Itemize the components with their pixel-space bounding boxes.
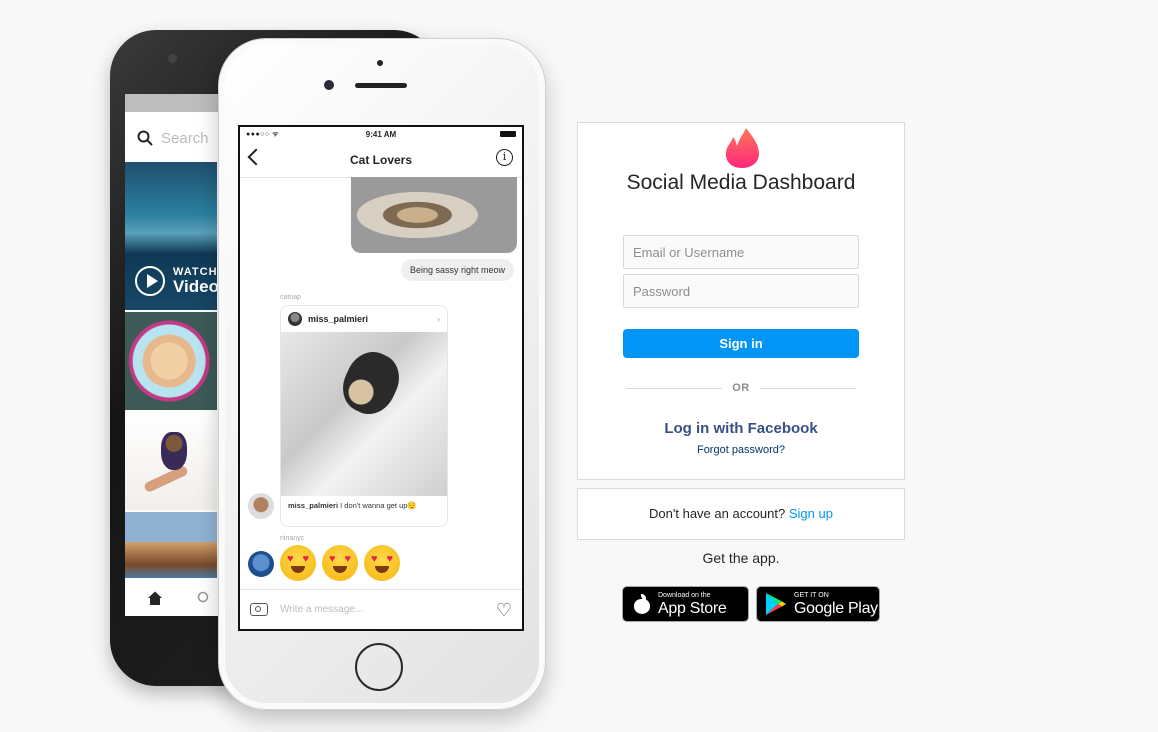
avatar (288, 312, 302, 326)
camera-icon (168, 54, 177, 63)
search-icon (197, 591, 209, 603)
app-store-small-text: Download on the (658, 591, 711, 599)
search-placeholder: Search (161, 129, 209, 147)
app-store-big-text: App Store (658, 599, 727, 617)
apple-icon (633, 594, 651, 614)
battery-icon (500, 131, 516, 137)
chevron-right-icon: › (437, 314, 440, 324)
or-label: OR (732, 382, 750, 394)
caption-username: miss_palmieri (288, 501, 339, 510)
explore-tile-selfie (125, 312, 217, 410)
watch-video-overlay: WATCH Video (135, 266, 219, 296)
front-phone-mockup: ●●●○○ ᯤ 9:41 AM Cat Lovers i Being sassy… (218, 38, 546, 710)
video-label: Video (173, 277, 219, 296)
front-phone-screen: ●●●○○ ᯤ 9:41 AM Cat Lovers i Being sassy… (238, 125, 524, 631)
avatar (248, 493, 274, 519)
heart-eyes-cat-icon (322, 545, 358, 581)
reaction-sender-label: ninanyc (280, 535, 305, 542)
front-camera-icon (324, 80, 334, 90)
sensor-dot (377, 60, 383, 66)
heart-eyes-cat-icon (280, 545, 316, 581)
play-icon (135, 266, 165, 296)
explore-tile-dog (125, 414, 217, 510)
sign-up-link[interactable]: Sign up (789, 506, 833, 521)
get-app-label: Get the app. (702, 550, 780, 566)
google-play-badge[interactable]: GET IT ON Google Play (756, 586, 880, 622)
signup-card: Don't have an account? Sign up (577, 488, 905, 540)
flame-icon (725, 128, 759, 168)
heart-eyes-cat-icon (364, 545, 400, 581)
explore-tile-food (125, 512, 217, 578)
search-icon (137, 130, 153, 146)
password-input[interactable] (623, 274, 859, 308)
chat-header: Cat Lovers i (240, 141, 522, 178)
shared-post-card: miss_palmieri › miss_palmieri I don't wa… (280, 305, 448, 527)
facebook-login-link[interactable]: Log in with Facebook (578, 420, 904, 437)
emoji-reactions (280, 545, 400, 581)
forgot-password-link[interactable]: Forgot password? (578, 444, 904, 456)
app-store-badge[interactable]: Download on the App Store (622, 586, 749, 622)
message-composer: Write a message... ♡ (240, 589, 522, 629)
shared-post-caption: miss_palmieri I don't wanna get up😌 (281, 496, 447, 515)
shared-by-label: catnap (280, 294, 302, 301)
sign-in-button[interactable]: Sign in (623, 329, 859, 358)
page-title: Social Media Dashboard (626, 171, 856, 194)
sent-message-bubble: Being sassy right meow (400, 259, 514, 281)
divider-line (759, 387, 856, 389)
shared-post-username: miss_palmieri (308, 314, 369, 324)
login-card: Social Media Dashboard Sign in OR Log in… (577, 122, 905, 480)
shared-post-header: miss_palmieri › (281, 306, 447, 332)
chat-title: Cat Lovers (349, 153, 413, 167)
home-button (355, 643, 403, 691)
shared-post-photo (281, 332, 447, 496)
home-icon (148, 591, 162, 605)
status-time: 9:41 AM (365, 130, 397, 139)
avatar (248, 551, 274, 577)
heart-icon: ♡ (495, 599, 512, 620)
signup-prompt: Don't have an account? (649, 506, 789, 521)
caption-text: I don't wanna get up😌 (338, 501, 417, 510)
or-divider: OR (626, 381, 856, 395)
google-play-big-text: Google Play (794, 599, 878, 617)
message-placeholder: Write a message... (280, 604, 364, 615)
google-play-icon (766, 593, 786, 615)
status-bar: ●●●○○ ᯤ 9:41 AM (240, 127, 522, 141)
divider-line (626, 387, 723, 389)
email-username-input[interactable] (623, 235, 859, 269)
google-play-small-text: GET IT ON (794, 591, 829, 599)
cat-photo-message (351, 177, 517, 253)
camera-icon (250, 603, 268, 616)
speaker-grille (355, 83, 407, 88)
info-icon: i (496, 149, 513, 166)
